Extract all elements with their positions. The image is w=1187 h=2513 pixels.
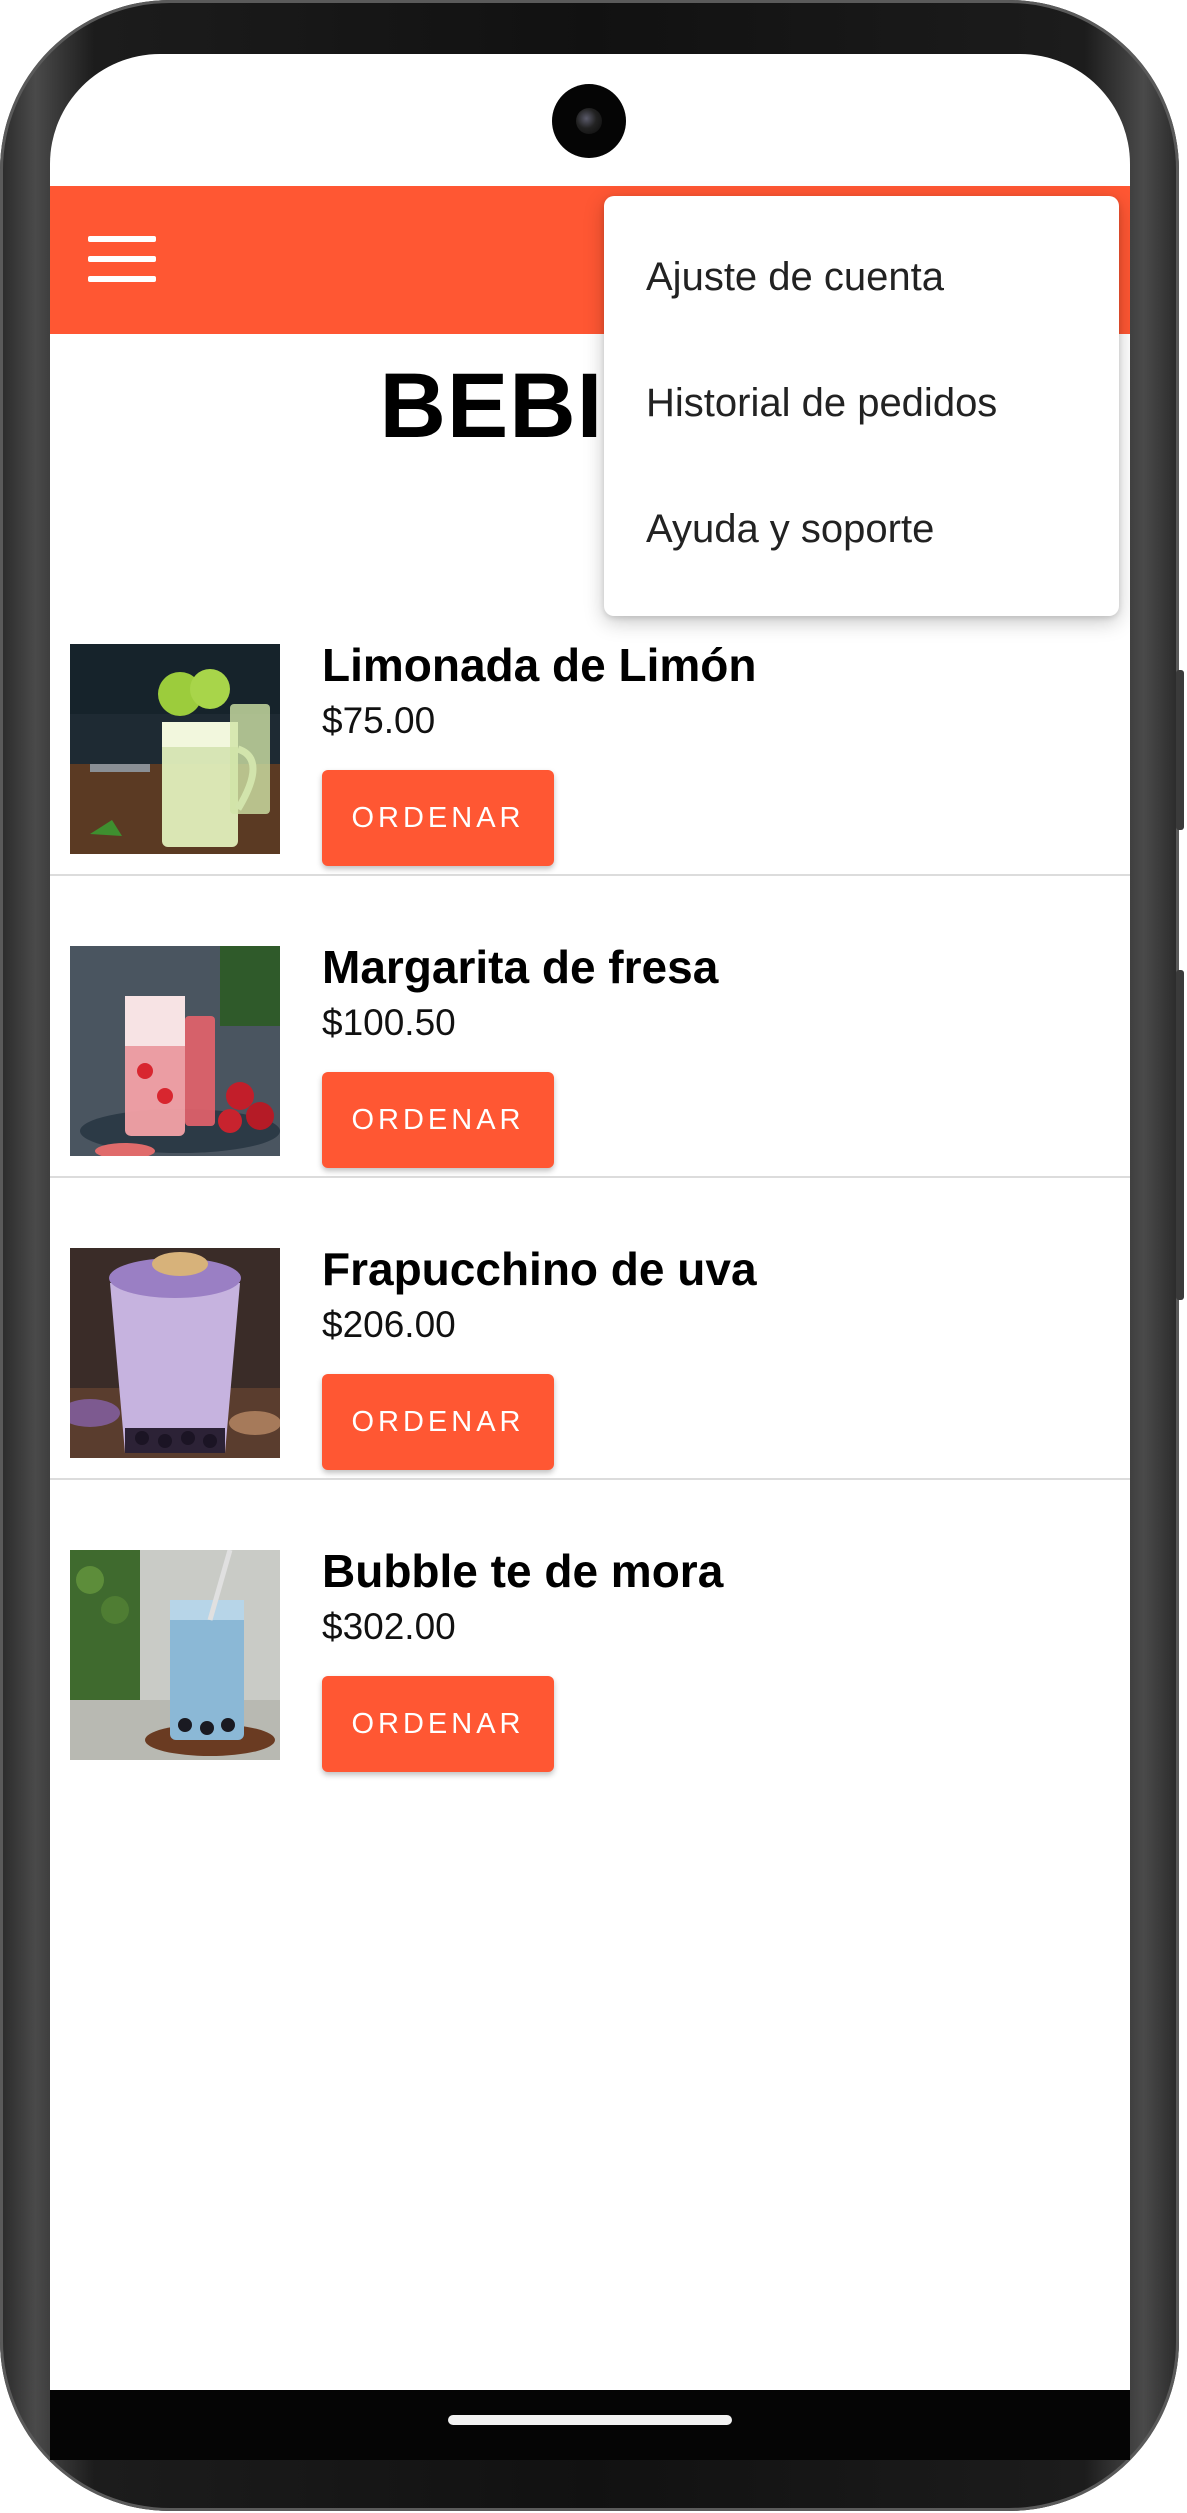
- product-price: $206.00: [322, 1304, 456, 1345]
- volume-button: [1176, 670, 1184, 830]
- power-button: [1176, 970, 1184, 1300]
- product-image-grape-frappuccino: [70, 1248, 280, 1458]
- product-price: $302.00: [322, 1606, 456, 1647]
- home-indicator[interactable]: [448, 2415, 732, 2425]
- product-name: Limonada de Limón: [322, 639, 757, 691]
- menu-item-order-history[interactable]: Historial de pedidos: [604, 340, 1119, 466]
- menu-item-help-support[interactable]: Ayuda y soporte: [604, 466, 1119, 592]
- front-camera: [552, 84, 626, 158]
- product-price: $100.50: [322, 1002, 456, 1043]
- product-name: Bubble te de mora: [322, 1545, 724, 1597]
- product-price: $75.00: [322, 700, 436, 741]
- app-screen: BEBIDAS Limonada de Limón $75.00 ORDENAR…: [50, 54, 1130, 2396]
- product-image-lemonade: [70, 644, 280, 854]
- bottom-bezel: [50, 2390, 1130, 2460]
- hamburger-menu-icon[interactable]: [88, 236, 156, 282]
- product-image-blackberry-bubble-tea: [70, 1550, 280, 1760]
- order-button[interactable]: ORDENAR: [322, 1374, 554, 1470]
- product-item: Bubble te de mora $302.00 ORDENAR: [50, 1480, 1130, 1780]
- order-button[interactable]: ORDENAR: [322, 770, 554, 866]
- camera-lens: [576, 108, 602, 134]
- product-name: Margarita de fresa: [322, 941, 719, 993]
- product-item: Margarita de fresa $100.50 ORDENAR: [50, 876, 1130, 1178]
- product-image-strawberry-margarita: [70, 946, 280, 1156]
- order-button[interactable]: ORDENAR: [322, 1676, 554, 1772]
- menu-item-account-settings[interactable]: Ajuste de cuenta: [604, 214, 1119, 340]
- product-list: Limonada de Limón $75.00 ORDENAR Margari…: [50, 574, 1130, 1780]
- phone-device: BEBIDAS Limonada de Limón $75.00 ORDENAR…: [0, 0, 1187, 2513]
- product-item: Limonada de Limón $75.00 ORDENAR: [50, 574, 1130, 876]
- product-item: Frapucchino de uva $206.00 ORDENAR: [50, 1178, 1130, 1480]
- order-button[interactable]: ORDENAR: [322, 1072, 554, 1168]
- product-name: Frapucchino de uva: [322, 1243, 757, 1295]
- overflow-menu: Ajuste de cuenta Historial de pedidos Ay…: [604, 196, 1119, 616]
